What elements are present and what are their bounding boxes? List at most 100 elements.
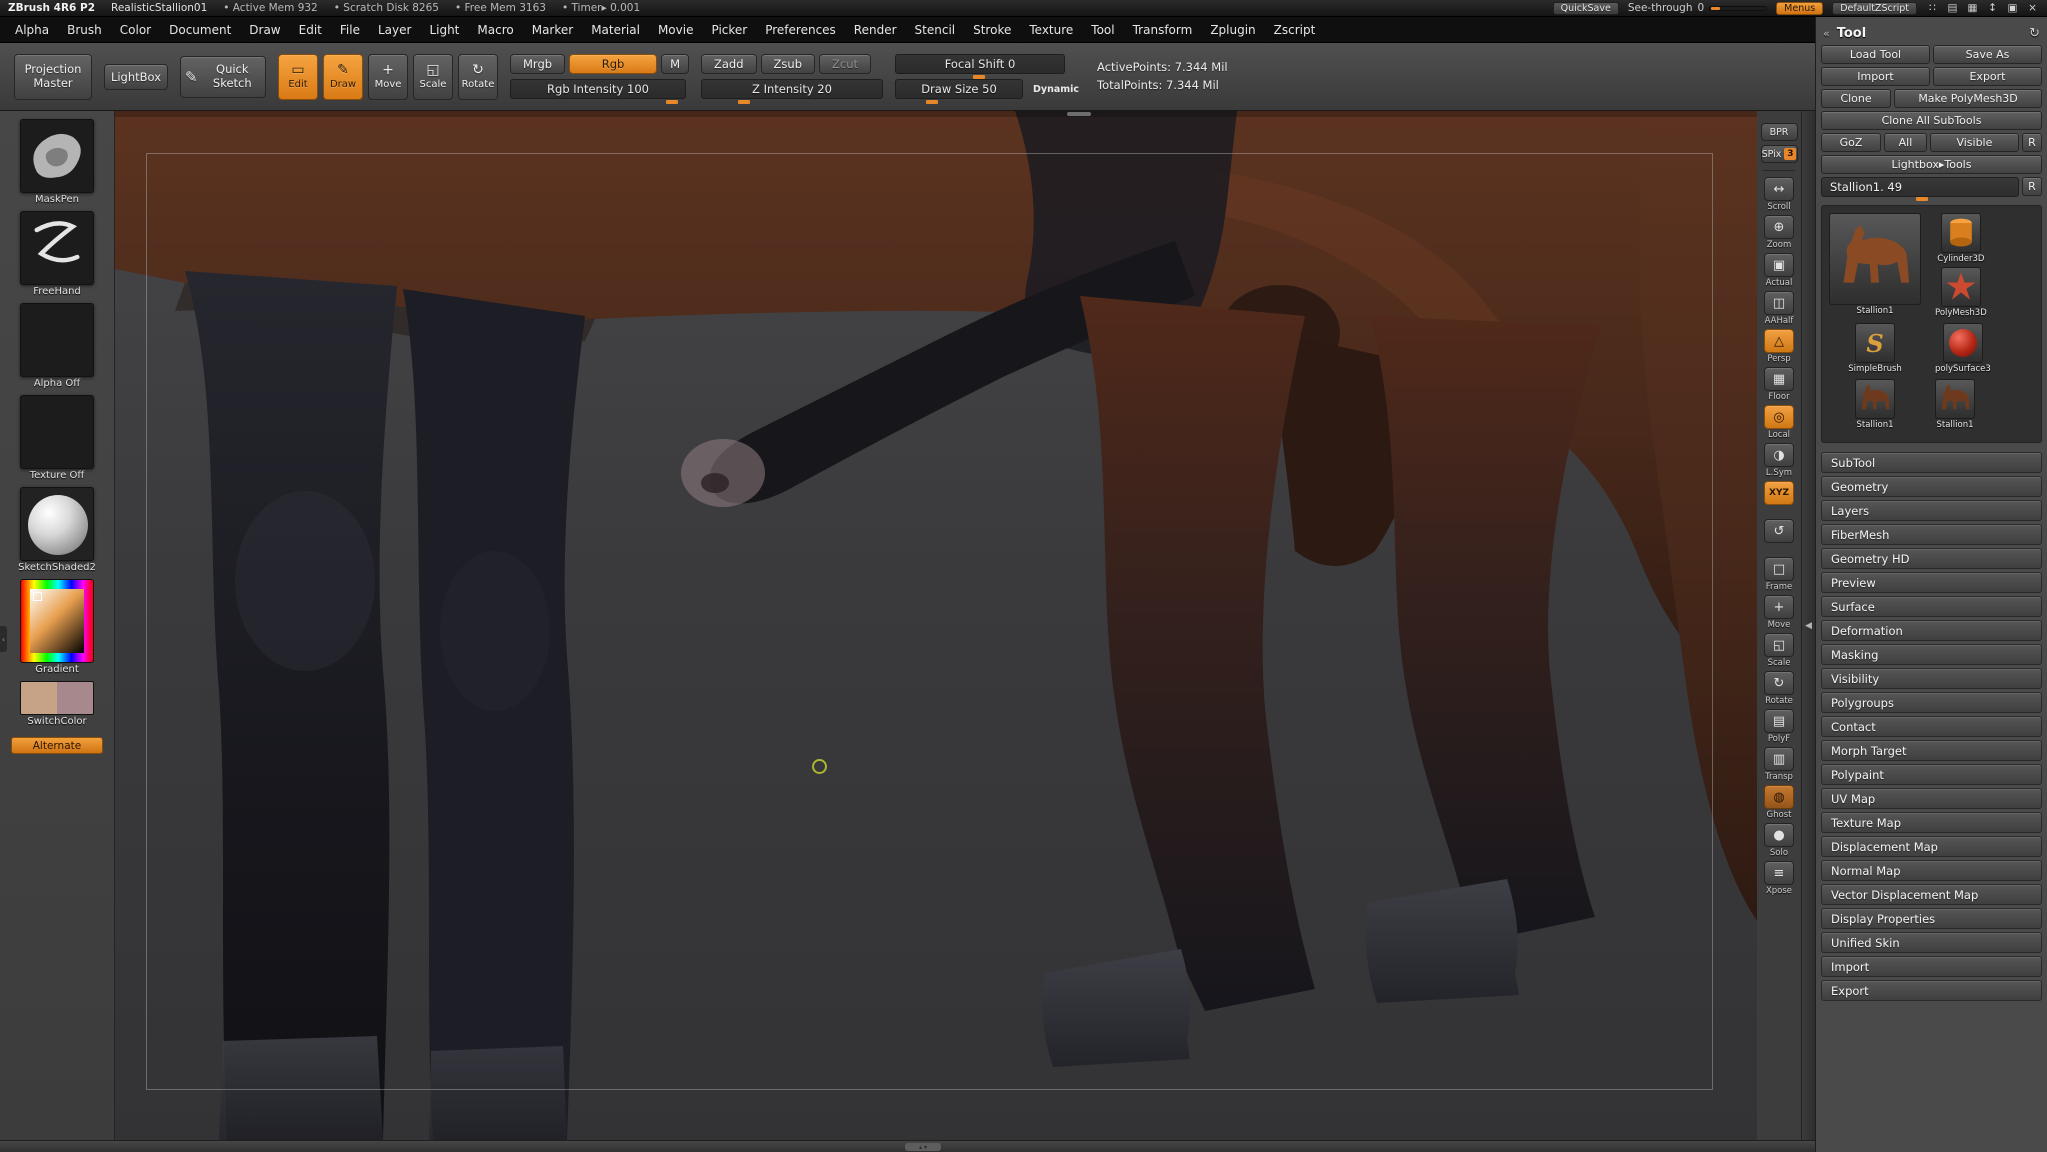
see-through-control[interactable]: See-through 0 (1628, 2, 1767, 14)
tool-thumb-stallion1-b[interactable]: Stallion1 (1935, 379, 1975, 430)
edit-button[interactable]: ▭ Edit (278, 54, 318, 100)
tool-thumb-cylinder3d[interactable]: Cylinder3D (1935, 213, 1987, 264)
section-contact[interactable]: Contact (1821, 716, 2042, 737)
menu-material[interactable]: Material (582, 17, 649, 42)
rotate-button[interactable]: ↻ Rotate (458, 54, 498, 100)
draw-button[interactable]: ✎ Draw (323, 54, 363, 100)
section-masking[interactable]: Masking (1821, 644, 2042, 665)
zsub-button[interactable]: Zsub (761, 54, 815, 74)
tool-thumb-polymesh3d[interactable]: PolyMesh3D (1935, 267, 1987, 318)
grid-layout-icon[interactable]: ▦ (1966, 2, 1979, 14)
material-selector[interactable]: SketchShaded2 (18, 487, 96, 573)
tool-thumb-stallion1-a[interactable]: Stallion1 (1829, 379, 1921, 430)
menu-movie[interactable]: Movie (649, 17, 703, 42)
section-geometry-hd[interactable]: Geometry HD (1821, 548, 2042, 569)
menu-zplugin[interactable]: Zplugin (1201, 17, 1264, 42)
shelf-lsym[interactable]: ◑ L.Sym (1764, 443, 1794, 478)
lightbox-tools-button[interactable]: Lightbox▸Tools (1821, 155, 2042, 174)
menu-draw[interactable]: Draw (240, 17, 289, 42)
section-geometry[interactable]: Geometry (1821, 476, 2042, 497)
default-zscript-button[interactable]: DefaultZScript (1832, 2, 1917, 15)
zcut-button[interactable]: Zcut (819, 54, 871, 74)
viewport-canvas[interactable] (115, 111, 1757, 1140)
quicksave-button[interactable]: QuickSave (1553, 2, 1619, 15)
shelf-zoom[interactable]: ⊕ Zoom (1764, 215, 1794, 250)
shelf-solo[interactable]: ● Solo (1764, 823, 1794, 858)
section-export[interactable]: Export (1821, 980, 2042, 1001)
load-tool-button[interactable]: Load Tool (1821, 45, 1930, 64)
goz-button[interactable]: GoZ (1821, 133, 1881, 152)
menu-render[interactable]: Render (845, 17, 906, 42)
hue-gradient-picker[interactable] (20, 579, 94, 663)
menu-tool[interactable]: Tool (1082, 17, 1123, 42)
close-icon[interactable]: × (2026, 2, 2039, 14)
goz-all-button[interactable]: All (1884, 133, 1927, 152)
z-intensity-slider[interactable]: Z Intensity 20 (701, 79, 883, 99)
tool-thumb-simplebrush[interactable]: S SimpleBrush (1829, 323, 1921, 374)
scale-button[interactable]: ◱ Scale (413, 54, 453, 100)
menu-file[interactable]: File (331, 17, 369, 42)
canvas-hscroll-handle[interactable]: ▴ ▾ (905, 1143, 941, 1151)
menu-zscript[interactable]: Zscript (1265, 17, 1325, 42)
quick-sketch-button[interactable]: ✎ Quick Sketch (180, 56, 266, 98)
shelf-persp[interactable]: △ Persp (1764, 329, 1794, 364)
section-surface[interactable]: Surface (1821, 596, 2042, 617)
section-uv-map[interactable]: UV Map (1821, 788, 2042, 809)
section-polypaint[interactable]: Polypaint (1821, 764, 2042, 785)
projection-master-button[interactable]: Projection Master (14, 54, 92, 100)
shelf-ghost[interactable]: ◍ Ghost (1764, 785, 1794, 820)
move-button[interactable]: + Move (368, 54, 408, 100)
menu-alpha[interactable]: Alpha (6, 17, 58, 42)
panel-divider-arrow-icon[interactable]: ◀ (1805, 621, 1812, 631)
shelf-spin[interactable]: ↺ (1764, 519, 1794, 554)
shelf-transp[interactable]: ▥ Transp (1764, 747, 1794, 782)
menu-stencil[interactable]: Stencil (906, 17, 965, 42)
reload-palette-icon[interactable]: ↻ (2029, 26, 2040, 41)
menu-stroke[interactable]: Stroke (964, 17, 1020, 42)
brush-selector[interactable]: MaskPen (20, 119, 94, 205)
menu-transform[interactable]: Transform (1124, 17, 1202, 42)
shelf-rotate[interactable]: ↻ Rotate (1764, 671, 1794, 706)
resize-icon[interactable]: ↕ (1986, 2, 1999, 14)
mrgb-button[interactable]: Mrgb (510, 54, 565, 74)
see-through-slider[interactable] (1709, 6, 1767, 11)
menu-layer[interactable]: Layer (369, 17, 420, 42)
shelf-aahalf[interactable]: ◫ AAHalf (1764, 291, 1794, 326)
section-texture-map[interactable]: Texture Map (1821, 812, 2042, 833)
clone-all-subtools-button[interactable]: Clone All SubTools (1821, 111, 2042, 130)
section-display-properties[interactable]: Display Properties (1821, 908, 2042, 929)
canvas-top-scrollbar[interactable] (115, 111, 1757, 117)
zadd-button[interactable]: Zadd (701, 54, 757, 74)
tile-layout-icon[interactable]: ▤ (1946, 2, 1959, 14)
switch-color[interactable]: SwitchColor (20, 681, 94, 727)
section-layers[interactable]: Layers (1821, 500, 2042, 521)
dynamic-label[interactable]: Dynamic (1033, 84, 1079, 95)
tool-thumb-stallion1-large[interactable]: Stallion1 (1829, 213, 1921, 316)
section-visibility[interactable]: Visibility (1821, 668, 2042, 689)
export-button[interactable]: Export (1933, 67, 2042, 86)
goz-r-button[interactable]: R (2022, 133, 2042, 152)
section-vector-displacement-map[interactable]: Vector Displacement Map (1821, 884, 2042, 905)
draw-size-slider[interactable]: Draw Size 50 (895, 79, 1023, 99)
shelf-floor[interactable]: ▦ Floor (1764, 367, 1794, 402)
panel-divider[interactable]: ◀ (1801, 111, 1815, 1140)
rgb-intensity-slider[interactable]: Rgb Intensity 100 (510, 79, 686, 99)
left-tray-toggle[interactable]: ‹ (0, 626, 7, 652)
save-as-button[interactable]: Save As (1933, 45, 2042, 64)
menu-document[interactable]: Document (160, 17, 240, 42)
main-color-swatch[interactable] (21, 682, 57, 714)
active-tool-r-button[interactable]: R (2022, 177, 2042, 196)
shelf-move[interactable]: + Move (1764, 595, 1794, 630)
menu-color[interactable]: Color (111, 17, 160, 42)
section-morph-target[interactable]: Morph Target (1821, 740, 2042, 761)
section-subtool[interactable]: SubTool (1821, 452, 2042, 473)
menu-texture[interactable]: Texture (1020, 17, 1082, 42)
section-unified-skin[interactable]: Unified Skin (1821, 932, 2042, 953)
shelf-actual[interactable]: ▣ Actual (1764, 253, 1794, 288)
menu-light[interactable]: Light (420, 17, 468, 42)
shelf-scale[interactable]: ◱ Scale (1764, 633, 1794, 668)
section-displacement-map[interactable]: Displacement Map (1821, 836, 2042, 857)
shelf-local[interactable]: ◎ Local (1764, 405, 1794, 440)
section-polygroups[interactable]: Polygroups (1821, 692, 2042, 713)
menu-edit[interactable]: Edit (290, 17, 331, 42)
